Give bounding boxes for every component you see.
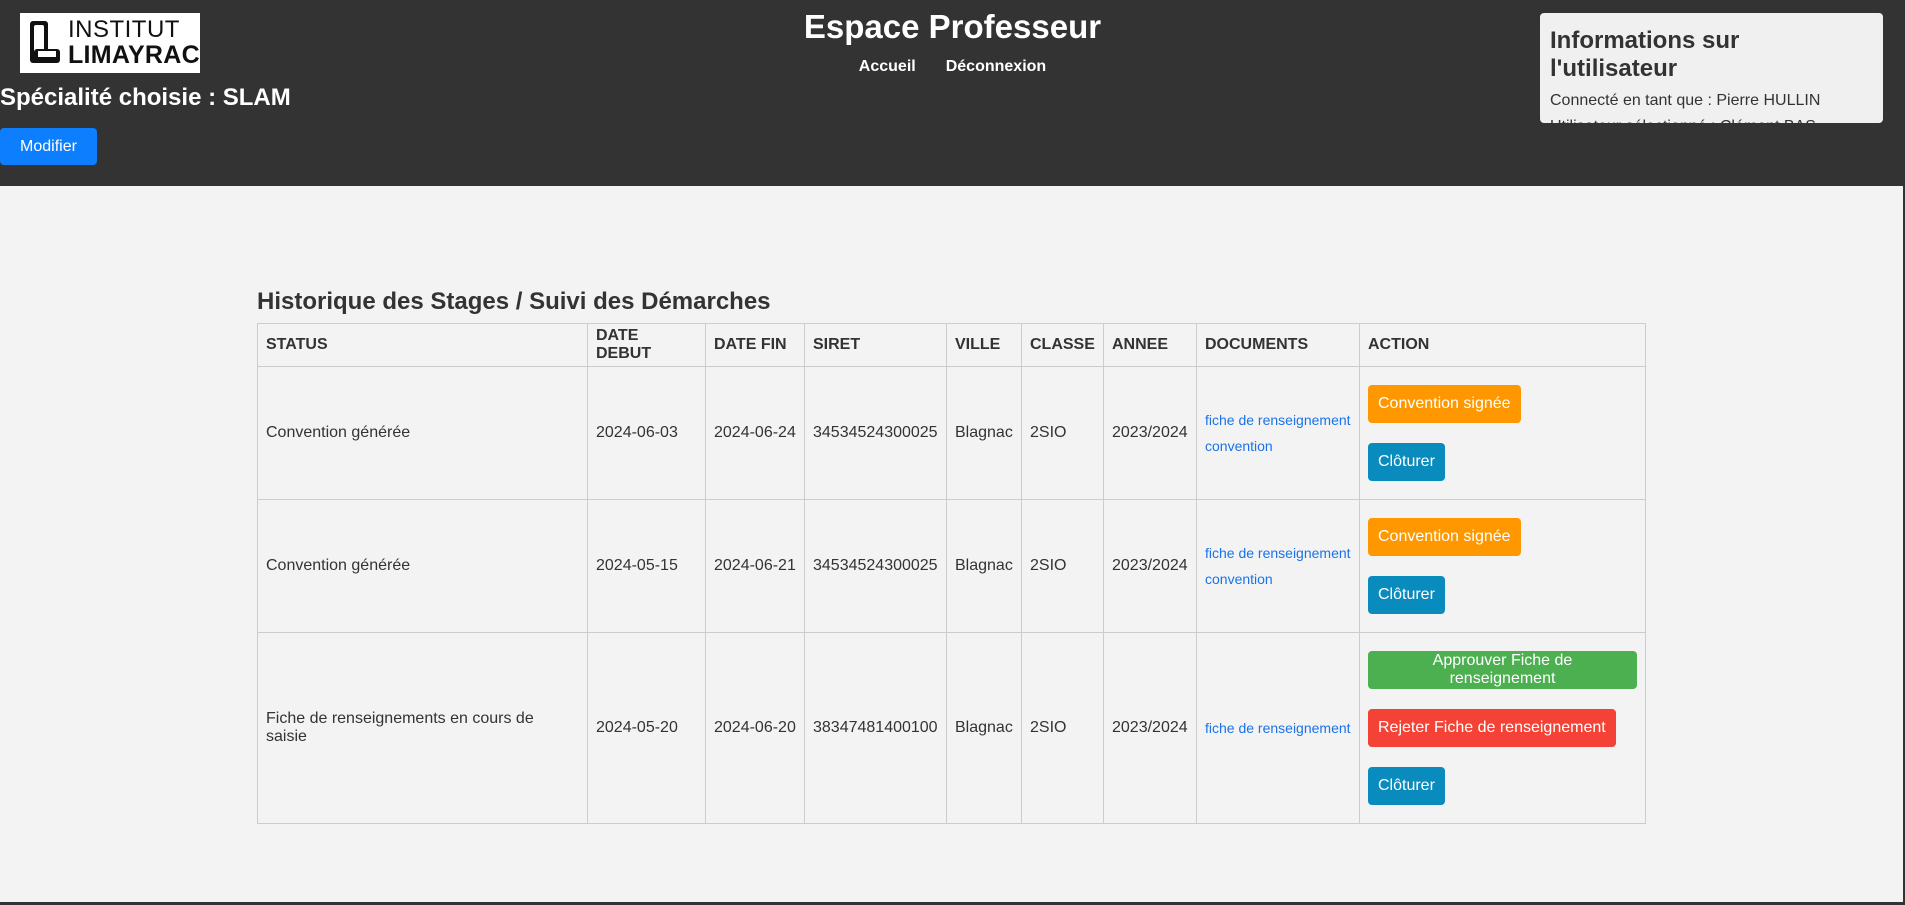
- convention-signee-button[interactable]: Convention signée: [1368, 385, 1521, 423]
- nav-link-accueil[interactable]: Accueil: [859, 58, 916, 76]
- cell-ville: Blagnac: [946, 499, 1022, 633]
- cell-annee: 2023/2024: [1103, 499, 1197, 633]
- table-row: Convention générée 2024-06-03 2024-06-24…: [257, 366, 1646, 500]
- column-header-date-debut: DATE DEBUT: [587, 323, 706, 367]
- cloturer-button[interactable]: Clôturer: [1368, 576, 1445, 614]
- table-row: Fiche de renseignements en cours de sais…: [257, 632, 1646, 824]
- column-header-status: STATUS: [257, 323, 588, 367]
- column-header-date-fin: DATE FIN: [705, 323, 805, 367]
- logo-line-1: INSTITUT: [67, 16, 180, 43]
- specialite-heading: Spécialité choisie : SLAM: [0, 84, 291, 111]
- table-row: Convention générée 2024-05-15 2024-06-21…: [257, 499, 1646, 633]
- history-title: Historique des Stages / Suivi des Démarc…: [257, 288, 771, 315]
- cell-status: Fiche de renseignements en cours de sais…: [257, 632, 588, 824]
- cell-documents: fiche de renseignement convention: [1196, 499, 1360, 633]
- logo-text: INSTITUT LIMAYRAC: [68, 18, 200, 68]
- cell-ville: Blagnac: [946, 366, 1022, 500]
- column-header-action: ACTION: [1359, 323, 1646, 367]
- cell-annee: 2023/2024: [1103, 632, 1197, 824]
- column-header-classe: CLASSE: [1021, 323, 1104, 367]
- cell-siret: 38347481400100: [804, 632, 947, 824]
- cloturer-button[interactable]: Clôturer: [1368, 443, 1445, 481]
- fiche-renseignement-link[interactable]: fiche de renseignement: [1205, 715, 1351, 741]
- cell-actions: Convention signée Clôturer: [1359, 499, 1646, 633]
- convention-link[interactable]: convention: [1205, 566, 1351, 592]
- modifier-button[interactable]: Modifier: [0, 128, 97, 165]
- cell-siret: 34534524300025: [804, 499, 947, 633]
- column-header-documents: DOCUMENTS: [1196, 323, 1360, 367]
- selected-user-text: Utilisateur sélectionné : Clément BAS: [1550, 118, 1816, 135]
- logo-line-2: LIMAYRAC: [67, 41, 200, 69]
- cell-date-debut: 2024-05-15: [587, 499, 706, 633]
- user-info-title: Informations sur l'utilisateur: [1550, 27, 1740, 82]
- institut-limayrac-logo[interactable]: INSTITUT LIMAYRAC: [20, 13, 200, 73]
- column-header-ville: VILLE: [946, 323, 1022, 367]
- cell-annee: 2023/2024: [1103, 366, 1197, 500]
- cell-classe: 2SIO: [1021, 499, 1104, 633]
- cell-documents: fiche de renseignement: [1196, 632, 1360, 824]
- user-info-panel: Informations sur l'utilisateur Connecté …: [1540, 13, 1883, 135]
- fiche-renseignement-link[interactable]: fiche de renseignement: [1205, 407, 1351, 433]
- cell-status: Convention générée: [257, 366, 588, 500]
- history-table: STATUS DATE DEBUT DATE FIN SIRET VILLE C…: [257, 323, 1646, 824]
- page-title: Espace Professeur: [803, 8, 1102, 45]
- cell-actions: Approuver Fiche de renseignement Rejeter…: [1359, 632, 1646, 824]
- main-nav: Accueil Déconnexion: [700, 58, 1205, 76]
- cell-classe: 2SIO: [1021, 366, 1104, 500]
- cell-date-fin: 2024-06-21: [705, 499, 805, 633]
- connected-user-text: Connecté en tant que : Pierre HULLIN: [1550, 92, 1821, 109]
- cell-documents: fiche de renseignement convention: [1196, 366, 1360, 500]
- column-header-annee: ANNEE: [1103, 323, 1197, 367]
- cell-actions: Convention signée Clôturer: [1359, 366, 1646, 500]
- rejeter-fiche-button[interactable]: Rejeter Fiche de renseignement: [1368, 709, 1616, 747]
- cloturer-button[interactable]: Clôturer: [1368, 767, 1445, 805]
- fiche-renseignement-link[interactable]: fiche de renseignement: [1205, 540, 1351, 566]
- cell-ville: Blagnac: [946, 632, 1022, 824]
- cell-date-debut: 2024-06-03: [587, 366, 706, 500]
- table-header-row: STATUS DATE DEBUT DATE FIN SIRET VILLE C…: [257, 323, 1646, 367]
- cell-siret: 34534524300025: [804, 366, 947, 500]
- column-header-siret: SIRET: [804, 323, 947, 367]
- cell-date-fin: 2024-06-20: [705, 632, 805, 824]
- convention-link[interactable]: convention: [1205, 433, 1351, 459]
- cell-classe: 2SIO: [1021, 632, 1104, 824]
- top-header: INSTITUT LIMAYRAC Spécialité choisie : S…: [0, 0, 1905, 186]
- cell-date-fin: 2024-06-24: [705, 366, 805, 500]
- cell-status: Convention générée: [257, 499, 588, 633]
- convention-signee-button[interactable]: Convention signée: [1368, 518, 1521, 556]
- approuver-fiche-button[interactable]: Approuver Fiche de renseignement: [1368, 651, 1637, 689]
- cell-date-debut: 2024-05-20: [587, 632, 706, 824]
- logo-mark-icon: [28, 19, 62, 67]
- nav-link-deconnexion[interactable]: Déconnexion: [946, 58, 1046, 76]
- header-center: Espace Professeur Accueil Déconnexion: [700, 8, 1205, 76]
